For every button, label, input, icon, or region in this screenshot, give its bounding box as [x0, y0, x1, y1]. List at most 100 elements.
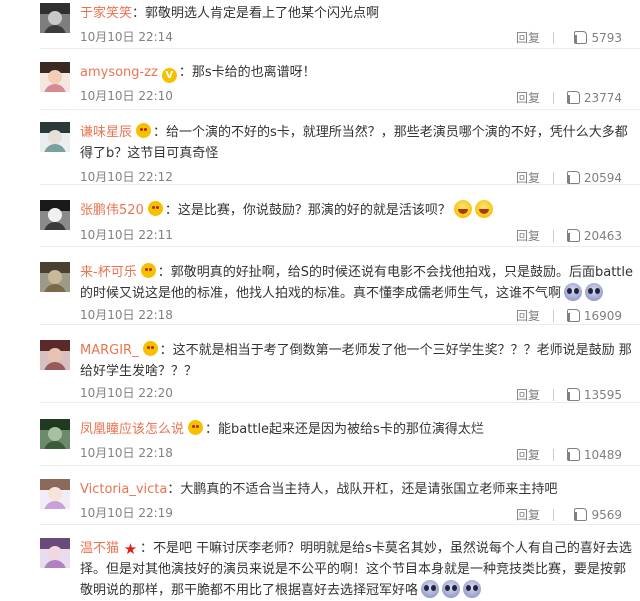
comment-list: 于家笑笑：郭敬明选人肯定是看上了他某个闪光点啊 10月10日 22:14 回复 … — [0, 0, 640, 601]
like-button[interactable]: 16909 — [566, 306, 622, 326]
laughing-emoji-icon — [453, 200, 472, 218]
reply-button[interactable]: 回复 — [516, 168, 540, 188]
comment-item: Victoria_victa：大鹏真的不适合当主持人，战队开杠，还是请张国立老师… — [0, 479, 640, 525]
username-link[interactable]: amysong-zz — [80, 65, 158, 80]
avatar[interactable] — [40, 3, 70, 33]
avatar[interactable] — [40, 419, 70, 449]
thumbs-up-icon — [574, 508, 588, 521]
like-count: 20594 — [583, 171, 622, 185]
shocked-emoji-icon — [564, 283, 583, 301]
timestamp: 10月10日 22:10 — [80, 89, 173, 103]
like-count: 13595 — [583, 388, 622, 402]
divider — [553, 509, 554, 521]
comment-text: MARGIR_ ：这不就是相当于考了倒数第一老师发了他一个三好学生奖？？？老师说是… — [80, 341, 632, 379]
avatar[interactable] — [40, 62, 70, 92]
username-link[interactable]: MARGIR_ — [80, 343, 139, 358]
comment-actions: 回复 23774 — [512, 88, 622, 108]
comment-body: 郭敬明选人肯定是看上了他某个闪光点啊 — [145, 6, 380, 21]
member-badge-icon — [142, 341, 158, 356]
timestamp: 10月10日 22:11 — [80, 228, 173, 242]
comment-body: 大鹏真的不适合当主持人，战队开杠，还是请张国立老师来主持吧 — [180, 482, 558, 497]
thumbs-up-icon — [566, 229, 580, 242]
avatar[interactable] — [40, 479, 70, 509]
comment-body: 这是比赛，你说鼓励？那演的好的就是活该呗？ — [177, 203, 451, 218]
shocked-emoji-icon — [421, 580, 440, 598]
reply-button[interactable]: 回复 — [516, 306, 540, 326]
thumbs-up-icon — [574, 31, 588, 44]
divider — [40, 184, 640, 185]
divider — [553, 230, 554, 242]
like-button[interactable]: 20463 — [566, 226, 622, 246]
comment-text: 张鹏伟520 ：这是比赛，你说鼓励？那演的好的就是活该呗？ — [80, 200, 633, 221]
shocked-emoji-icon — [442, 580, 461, 598]
avatar[interactable] — [40, 340, 70, 370]
like-button[interactable]: 10489 — [566, 445, 622, 465]
comment-item: 谦味星辰 ：给一个演的不好的s卡，就理所当然？，那些老演员哪个演的不好，凭什么大多… — [0, 122, 640, 185]
avatar[interactable] — [40, 122, 70, 152]
divider — [40, 324, 640, 325]
avatar[interactable] — [40, 262, 70, 292]
divider — [553, 449, 554, 461]
comment-item: 于家笑笑：郭敬明选人肯定是看上了他某个闪光点啊 10月10日 22:14 回复 … — [0, 3, 640, 49]
avatar[interactable] — [40, 538, 70, 568]
username-link[interactable]: 谦味星辰 — [80, 125, 132, 140]
username-link[interactable]: 于家笑笑 — [80, 6, 132, 21]
comment-text: amysong-zz V ：那s卡给的也离谱呀！ — [80, 65, 316, 83]
like-button[interactable]: 5793 — [574, 28, 622, 48]
like-count: 10489 — [583, 448, 622, 462]
timestamp: 10月10日 22:18 — [80, 446, 173, 460]
comment-item: 张鹏伟520 ：这是比赛，你说鼓励？那演的好的就是活该呗？ 10月10日 22:1… — [0, 200, 640, 247]
comment-actions: 回复 16909 — [512, 306, 622, 326]
comment-item: MARGIR_ ：这不就是相当于考了倒数第一老师发了他一个三好学生奖？？？老师说是… — [0, 340, 640, 403]
comment-text: 温不猫 ★ ：不是吧 干嘛讨厌李老师？明明就是给s卡莫名其妙，虽然说每个人有自己的喜… — [80, 540, 632, 598]
thumbs-up-icon — [566, 388, 580, 401]
verified-badge-icon: V — [161, 68, 177, 83]
member-badge-icon — [147, 201, 163, 216]
avatar[interactable] — [40, 200, 70, 230]
divider — [553, 389, 554, 401]
comment-text: 来-杯可乐 ：郭敬明真的好扯啊，给S的时候还说有电影不会找他拍戏，只是鼓励。后面b… — [80, 263, 633, 301]
like-count: 5793 — [591, 31, 622, 45]
member-badge-icon — [188, 420, 204, 435]
username-link[interactable]: 温不猫 — [80, 541, 119, 556]
thumbs-up-icon — [566, 448, 580, 461]
divider — [553, 32, 554, 44]
divider — [40, 109, 640, 110]
thumbs-up-icon — [566, 309, 580, 322]
comment-item: 凤凰瞳应该怎么说 ：能battle起来还是因为被给s卡的那位演得太烂 10月10日… — [0, 419, 640, 466]
reply-button[interactable]: 回复 — [516, 505, 540, 525]
timestamp: 10月10日 22:14 — [80, 30, 173, 44]
reply-button[interactable]: 回复 — [516, 226, 540, 246]
reply-button[interactable]: 回复 — [516, 445, 540, 465]
divider — [40, 48, 640, 49]
laughing-emoji-icon — [474, 200, 493, 218]
timestamp: 10月10日 22:18 — [80, 308, 173, 322]
reply-button[interactable]: 回复 — [516, 28, 540, 48]
username-link[interactable]: 来-杯可乐 — [80, 265, 137, 280]
username-link[interactable]: Victoria_victa — [80, 482, 167, 497]
divider — [553, 172, 554, 184]
thumbs-up-icon — [566, 91, 580, 104]
like-count: 23774 — [583, 91, 622, 105]
divider — [40, 524, 640, 525]
star-badge-icon: ★ — [123, 540, 138, 558]
divider — [40, 465, 640, 466]
shocked-emoji-icon — [463, 580, 482, 598]
username-link[interactable]: 凤凰瞳应该怎么说 — [80, 422, 184, 437]
reply-button[interactable]: 回复 — [516, 88, 540, 108]
comment-actions: 回复 5793 — [512, 28, 622, 48]
username-link[interactable]: 张鹏伟520 — [80, 203, 144, 218]
comment-item: 温不猫 ★ ：不是吧 干嘛讨厌李老师？明明就是给s卡莫名其妙，虽然说每个人有自己的喜… — [0, 538, 640, 601]
comment-actions: 回复 10489 — [512, 445, 622, 465]
comment-text: 凤凰瞳应该怎么说 ：能battle起来还是因为被给s卡的那位演得太烂 — [80, 420, 484, 437]
comment-body: 那s卡给的也离谱呀！ — [191, 65, 316, 80]
divider — [553, 310, 554, 322]
like-button[interactable]: 23774 — [566, 88, 622, 108]
divider — [553, 92, 554, 104]
comment-body: 能battle起来还是因为被给s卡的那位演得太烂 — [218, 422, 484, 437]
divider — [40, 402, 640, 403]
comment-item: amysong-zz V ：那s卡给的也离谱呀！ 10月10日 22:10 回复 2… — [0, 62, 640, 110]
like-button[interactable]: 9569 — [574, 505, 622, 525]
like-button[interactable]: 20594 — [566, 168, 622, 188]
like-count: 9569 — [591, 508, 622, 522]
